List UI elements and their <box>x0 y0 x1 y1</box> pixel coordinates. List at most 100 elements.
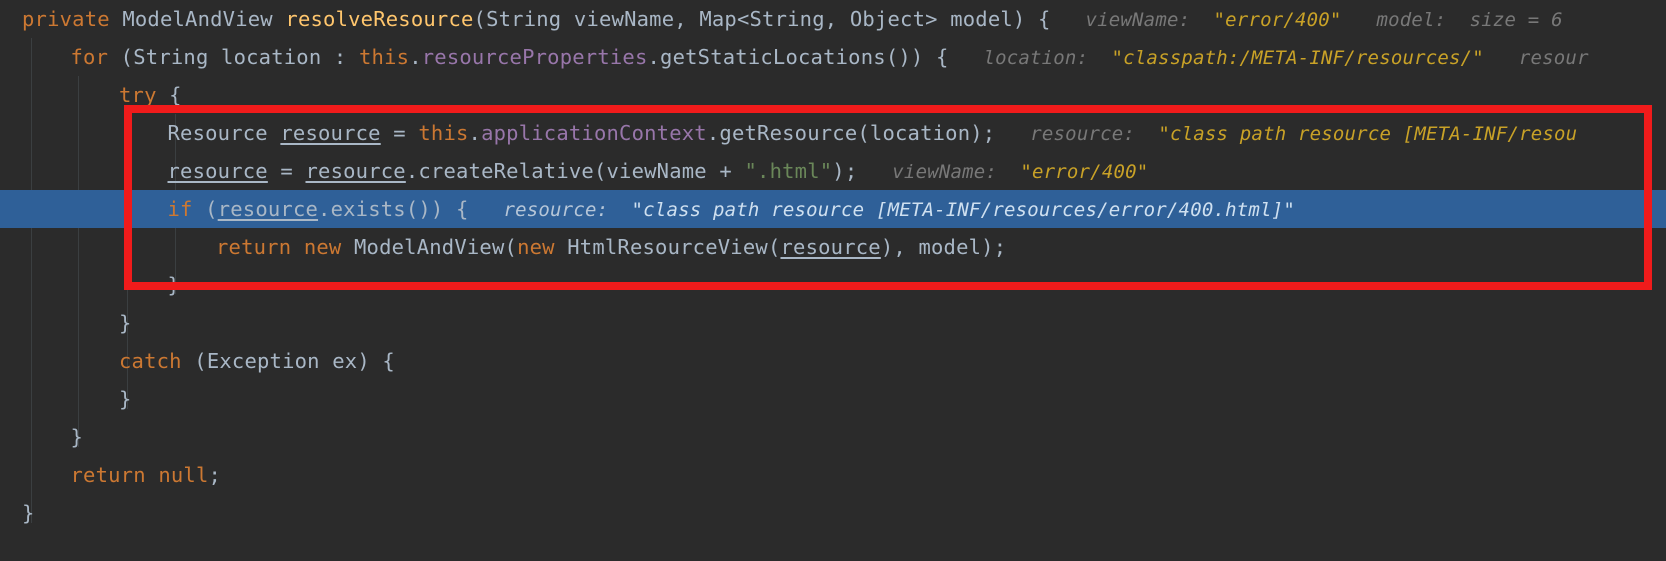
code-token: } <box>167 273 181 297</box>
debugger-inline-hint[interactable]: viewName: "error/400" <box>1051 9 1342 31</box>
code-token: resource <box>305 159 406 183</box>
hint-variable-name: viewName: <box>1085 9 1191 31</box>
code-token: resource <box>280 121 381 145</box>
code-token: String <box>486 7 562 31</box>
debugger-inline-hint[interactable]: resour <box>1484 47 1589 69</box>
hint-variable-name: resour <box>1518 47 1589 69</box>
code-token: ( <box>767 235 781 259</box>
code-token: resource <box>780 235 881 259</box>
code-lines-container[interactable]: private ModelAndView resolveResource(Str… <box>0 0 1666 561</box>
code-token: } <box>22 501 35 525</box>
code-token: , <box>824 7 850 31</box>
code-token: ), model); <box>880 235 1007 259</box>
code-token: < <box>736 7 750 31</box>
code-token: . <box>706 121 720 145</box>
code-token: private <box>22 7 110 31</box>
code-token: (viewName + <box>593 159 745 183</box>
code-token: try <box>119 83 157 107</box>
code-line-selected[interactable]: if (resource.exists()) { resource: "clas… <box>0 190 1666 228</box>
code-token: . <box>468 121 482 145</box>
code-line[interactable]: resource = resource.createRelative(viewN… <box>0 152 1666 190</box>
debugger-inline-hint[interactable]: model: size = 6 <box>1342 9 1563 31</box>
code-token: } <box>70 425 84 449</box>
code-line[interactable]: } <box>0 266 1666 304</box>
hint-variable-name: location: <box>983 47 1089 69</box>
code-token: resolveResource <box>285 7 474 31</box>
code-token: createRelative <box>418 159 594 183</box>
code-token: ()) { <box>405 197 469 221</box>
code-token: HtmlResourceView <box>567 235 768 259</box>
code-token: new <box>303 235 342 259</box>
hint-variable-name: resource: <box>1030 123 1136 145</box>
code-line[interactable]: try { <box>0 76 1666 114</box>
hint-variable-value: "class path resource [META-INF/resou <box>1158 123 1578 145</box>
debugger-inline-hint[interactable]: viewName: "error/400" <box>857 161 1148 183</box>
code-token: ); <box>832 159 858 183</box>
code-token: ( <box>192 197 218 221</box>
code-token: location : <box>208 45 360 69</box>
code-token: getStaticLocations <box>660 45 886 69</box>
code-token: . <box>409 45 422 69</box>
code-token: for <box>70 45 109 69</box>
code-token: ( <box>108 45 134 69</box>
hint-variable-value: "class path resource [META-INF/resources… <box>631 199 1295 221</box>
debugger-inline-hint[interactable]: location: "classpath:/META-INF/resources… <box>949 47 1484 69</box>
code-token: ".html" <box>744 159 833 183</box>
code-token: viewName, <box>561 7 700 31</box>
code-line[interactable]: } <box>0 304 1666 342</box>
code-token: resourceProperties <box>421 45 648 69</box>
code-token: return <box>70 463 146 487</box>
code-token: ()) { <box>885 45 949 69</box>
code-token: > model) { <box>925 7 1051 31</box>
code-line[interactable]: for (String location : this.resourceProp… <box>0 38 1666 76</box>
debugger-inline-hint[interactable]: resource: "class path resource [META-INF… <box>469 199 1295 221</box>
code-token: this <box>418 121 469 145</box>
hint-variable-value: size = 6 <box>1469 9 1563 31</box>
code-token: Object <box>849 7 926 31</box>
hint-variable-name: resource: <box>503 199 609 221</box>
code-token: new <box>517 235 555 259</box>
code-token: (location); <box>857 121 996 145</box>
code-token: this <box>359 45 410 69</box>
code-token: { <box>156 83 182 107</box>
code-line[interactable]: } <box>0 380 1666 418</box>
hint-variable-name: model: <box>1376 9 1447 31</box>
code-line[interactable]: } <box>0 418 1666 456</box>
code-token: null <box>158 463 209 487</box>
code-line[interactable]: } <box>0 494 1666 532</box>
code-line[interactable]: private ModelAndView resolveResource(Str… <box>0 0 1666 38</box>
code-token: . <box>647 45 661 69</box>
code-token: ModelAndView <box>122 7 273 31</box>
code-token: ( <box>181 349 207 373</box>
code-token: Resource <box>167 121 268 145</box>
code-token: ( <box>504 235 518 259</box>
code-token: } <box>119 311 132 335</box>
code-token: Exception <box>206 349 320 373</box>
code-line[interactable]: catch (Exception ex) { <box>0 342 1666 380</box>
code-token: = <box>380 121 419 145</box>
code-token: = <box>267 159 306 183</box>
code-token: return <box>216 235 292 259</box>
code-token: exists <box>330 197 406 221</box>
code-token: ; <box>208 463 222 487</box>
code-token: String <box>133 45 209 69</box>
code-token: getResource <box>719 121 858 145</box>
code-token: String <box>749 7 825 31</box>
hint-variable-value: "classpath:/META-INF/resources/" <box>1111 47 1484 69</box>
code-token: if <box>167 197 193 221</box>
code-line[interactable]: return new ModelAndView(new HtmlResource… <box>0 228 1666 266</box>
code-token: resource <box>217 197 319 221</box>
code-line[interactable]: return null; <box>0 456 1666 494</box>
code-token: . <box>318 197 331 221</box>
debugger-inline-hint[interactable]: resource: "class path resource [META-INF… <box>995 123 1577 145</box>
code-token: ( <box>473 7 487 31</box>
code-token: Map <box>699 7 737 31</box>
code-token: . <box>405 159 419 183</box>
code-line[interactable]: Resource resource = this.applicationCont… <box>0 114 1666 152</box>
